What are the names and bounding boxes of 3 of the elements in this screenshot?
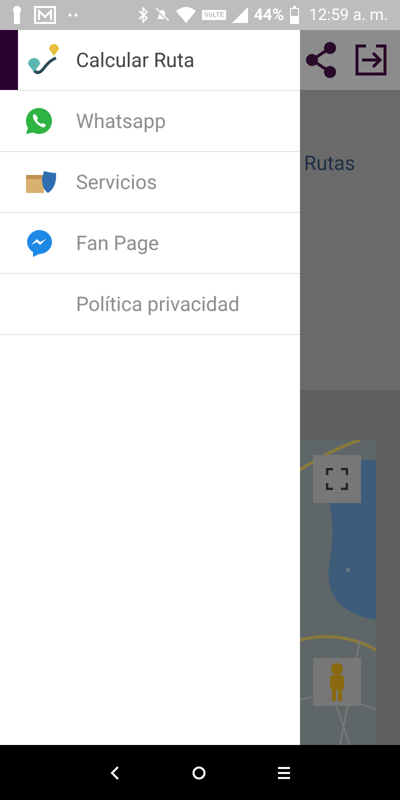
clock: 12:59 a. m. xyxy=(309,4,388,26)
card-title: Rutas xyxy=(304,150,356,177)
battery-percent: 44% xyxy=(254,4,284,26)
